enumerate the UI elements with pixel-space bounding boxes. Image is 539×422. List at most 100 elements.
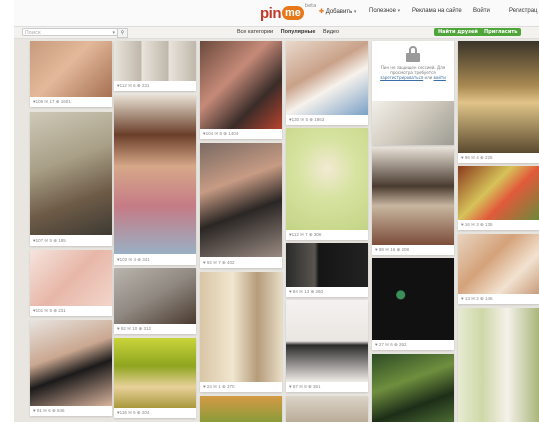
search-input[interactable]: Поиск ▾ ⚲ (22, 28, 128, 38)
pin-card[interactable]: ♥ 96 ✉ 4 ⊕ 225 (458, 41, 539, 163)
logo-text: pin (260, 4, 282, 22)
pin-stats: ♥ 27 ✉ 6 ⊕ 262 (375, 342, 407, 347)
pin-card[interactable]: ♥ 92 ✉ 10 ⊕ 312 (114, 268, 196, 334)
sub-bar: Поиск ▾ ⚲ Все категории Популярные Видео… (14, 27, 539, 39)
logo-accent: me (282, 6, 304, 20)
pin-card[interactable]: ♥116 ✉ 5 ⊕ 204 (114, 338, 196, 418)
pin-stats: ♥104 ✉ 6 ⊕ 1404 (203, 131, 239, 136)
pin-stats: ♥ 24 ✉ 1 ⊕ 370 (203, 384, 235, 389)
pin-image[interactable] (30, 41, 112, 97)
page-frame: pin me beta ✚ Добавить ▾ Полезное ▾ Рекл… (14, 0, 539, 422)
pin-image[interactable] (372, 354, 454, 422)
pin-stats: ♥ 96 ✉ 4 ⊕ 225 (461, 155, 493, 160)
login-link[interactable]: Войти (473, 8, 490, 14)
pin-image[interactable] (286, 128, 368, 230)
pin-image[interactable] (372, 147, 454, 245)
pin-image[interactable] (372, 258, 454, 340)
search-icon[interactable]: ⚲ (117, 28, 128, 38)
locked-pin-text: Пин не защищен сессией. Для просмотра тр… (380, 65, 446, 75)
pin-image[interactable] (458, 166, 539, 220)
pin-image[interactable] (114, 41, 196, 81)
pin-image[interactable] (458, 41, 539, 153)
pin-stats: ♥130 ✉ 5 ⊕ 1863 (289, 117, 325, 122)
login-link-label: Войти (473, 8, 490, 14)
find-friends-button[interactable]: Найти друзей (434, 28, 482, 36)
invite-button[interactable]: Пригласить (480, 28, 522, 36)
pin-stats: ♥102 ✉ 4 ⊕ 341 (117, 257, 150, 262)
filter-video[interactable]: Видео (323, 29, 339, 35)
pin-card[interactable]: ♥ 84 ✉ 13 ⊕ 260 (286, 243, 368, 297)
pin-card[interactable]: ♥ 91 ✉ 6 ⊕ 546 (30, 320, 112, 416)
chevron-down-icon[interactable]: ▾ (112, 29, 115, 37)
pin-card[interactable] (372, 354, 454, 422)
pin-card[interactable]: ♥130 ✉ 5 ⊕ 1863 (286, 41, 368, 125)
pin-image[interactable] (286, 300, 368, 382)
pin-image[interactable] (200, 41, 282, 129)
pin-image[interactable] (286, 41, 368, 115)
pin-stats: ♥ 98 ✉ 16 ⊕ 208 (375, 247, 409, 252)
filter-popular[interactable]: Популярные (281, 29, 316, 35)
pin-card[interactable]: ♥107 ✉ 5 ⊕ 185 (30, 112, 112, 246)
pin-card[interactable]: ♥112 ✉ 7 ⊕ 306 (286, 128, 368, 240)
pin-card[interactable]: ♥ 98 ✉ 16 ⊕ 208 (372, 147, 454, 255)
pin-card-locked[interactable]: Пин не защищен сессией. Для просмотра тр… (372, 41, 454, 145)
pin-stats: ♥ 87 ✉ 8 ⊕ 361 (289, 384, 321, 389)
pin-stats: ♥ 91 ✉ 6 ⊕ 546 (33, 408, 65, 413)
pin-image[interactable] (200, 143, 282, 257)
add-menu[interactable]: ✚ Добавить ▾ (319, 8, 356, 15)
pin-card[interactable] (286, 396, 368, 422)
filter-all-categories[interactable]: Все категории (237, 29, 273, 35)
add-menu-label: Добавить (325, 9, 353, 15)
logo-beta-badge: beta (304, 3, 317, 9)
pin-image[interactable] (458, 234, 539, 294)
pin-image[interactable] (286, 243, 368, 287)
pin-image[interactable] (200, 272, 282, 382)
pin-card[interactable]: ♥ 92 ✉ 7 ⊕ 402 (200, 143, 282, 268)
pin-image[interactable] (200, 396, 282, 422)
lock-icon (406, 46, 420, 62)
pin-stats: ♥ 13 ✉ 2 ⊕ 146 (461, 296, 493, 301)
pin-card[interactable]: ♥ 13 ✉ 2 ⊕ 146 (458, 234, 539, 304)
pin-stats: ♥106 ✉ 17 ⊕ 1601 (33, 99, 71, 104)
pin-card[interactable]: ♥ 24 ✉ 1 ⊕ 370 (200, 272, 282, 392)
register-link-label: Регистрац (509, 8, 538, 14)
pin-card[interactable]: ♥102 ✉ 4 ⊕ 341 (114, 95, 196, 265)
pin-image[interactable] (30, 320, 112, 406)
pin-image[interactable] (114, 268, 196, 324)
pin-card[interactable]: ♥ 16 ✉ 3 ⊕ 135 (458, 166, 539, 230)
pin-image[interactable] (458, 308, 539, 422)
pin-card[interactable]: ♥106 ✉ 17 ⊕ 1601 (30, 41, 112, 107)
ads-link[interactable]: Реклама на сайте (412, 8, 462, 14)
chevron-down-icon: ▾ (397, 8, 401, 14)
pin-image[interactable] (30, 250, 112, 306)
register-link[interactable]: Регистрац (509, 8, 537, 14)
pin-image[interactable] (372, 101, 454, 145)
pin-card[interactable]: ♥101 ✉ 5 ⊕ 231 (30, 250, 112, 316)
pin-card[interactable] (458, 308, 539, 422)
chevron-down-icon: ▾ (353, 9, 357, 15)
pin-card[interactable]: ♥112 ✉ 6 ⊕ 231 (114, 41, 196, 91)
pin-card[interactable]: ♥ 87 ✉ 8 ⊕ 361 (286, 300, 368, 392)
or-text: или (424, 75, 433, 80)
pin-stats: ♥ 84 ✉ 13 ⊕ 260 (289, 289, 323, 294)
pin-card[interactable]: ♥ 27 ✉ 6 ⊕ 262 (372, 258, 454, 350)
pin-card[interactable]: ♥104 ✉ 6 ⊕ 1404 (200, 41, 282, 139)
pin-stats: ♥101 ✉ 5 ⊕ 231 (33, 308, 66, 313)
register-link-inline[interactable]: зарегистрироваться (380, 75, 423, 80)
pin-stats: ♥ 92 ✉ 7 ⊕ 402 (203, 260, 235, 265)
top-bar: pin me beta ✚ Добавить ▾ Полезное ▾ Рекл… (14, 0, 539, 27)
useful-menu-label: Полезное (369, 8, 396, 14)
pin-stats: ♥ 92 ✉ 10 ⊕ 312 (117, 326, 151, 331)
pin-image[interactable] (114, 95, 196, 254)
pin-image[interactable] (30, 112, 112, 235)
login-link-inline[interactable]: войти (434, 75, 446, 80)
ads-link-label: Реклама на сайте (412, 8, 462, 14)
site-logo[interactable]: pin me beta (260, 3, 316, 23)
pin-stats: ♥112 ✉ 6 ⊕ 231 (117, 83, 150, 88)
useful-menu[interactable]: Полезное ▾ (369, 8, 400, 14)
pin-image[interactable] (114, 338, 196, 408)
filter-tabs: Все категории Популярные Видео (237, 29, 345, 35)
pin-image[interactable] (286, 396, 368, 422)
pin-card[interactable] (200, 396, 282, 422)
search-placeholder: Поиск (25, 30, 41, 36)
